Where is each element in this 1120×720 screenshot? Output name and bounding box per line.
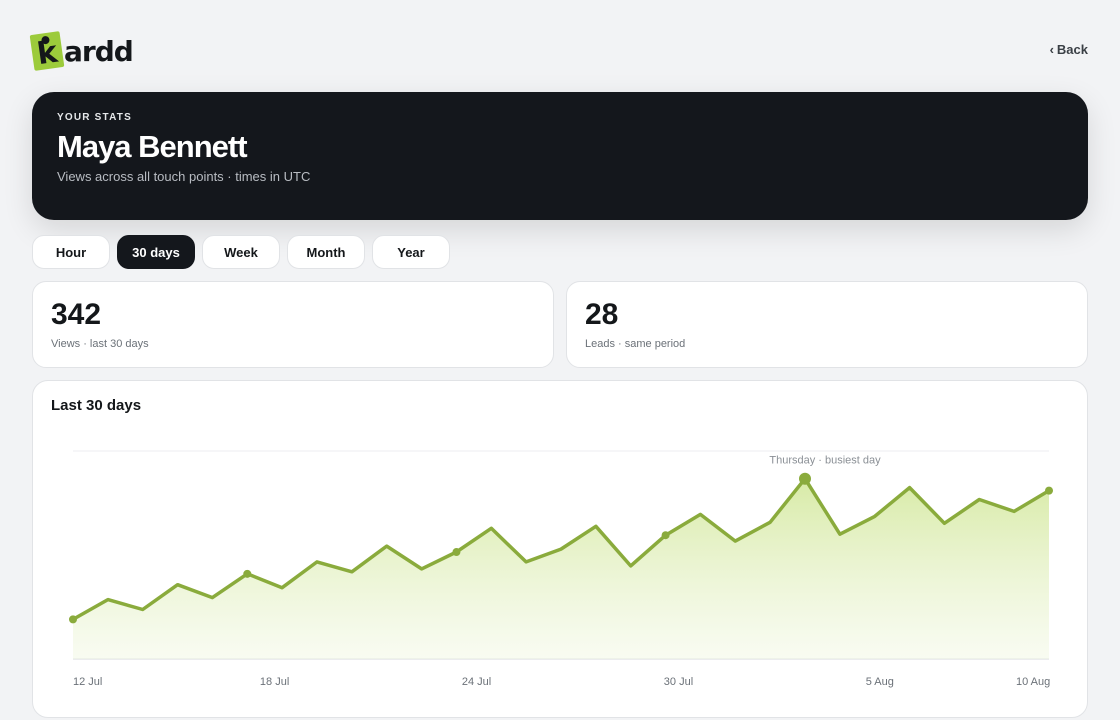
x-tick-label: 30 Jul: [664, 676, 693, 688]
x-tick-label: 10 Aug: [1016, 676, 1050, 688]
chart-title: Last 30 days: [51, 397, 142, 414]
back-link[interactable]: ‹ Back: [1050, 42, 1088, 57]
views-label: Views · last 30 days: [51, 338, 149, 350]
kardd-logo[interactable]: k ardd: [29, 30, 134, 72]
brand-text: ardd: [64, 34, 134, 68]
busiest-day-annotation: Thursday · busiest day: [769, 455, 881, 467]
back-label: Back: [1056, 42, 1088, 57]
tab-30-days[interactable]: 30 days: [117, 235, 195, 269]
views-stat-card: 342 Views · last 30 days: [32, 281, 554, 368]
busiest-day-marker[interactable]: [799, 472, 811, 485]
profile-name: Maya Bennett: [57, 129, 248, 164]
hero-eyebrow: YOUR STATS: [57, 112, 132, 123]
x-tick-label: 24 Jul: [462, 676, 491, 688]
data-point-marker[interactable]: [661, 531, 670, 540]
x-axis-ticks: 12 Jul 18 Jul 24 Jul 30 Jul 5 Aug 10 Aug: [73, 676, 1050, 688]
top-bar: k ardd ‹ Back: [29, 30, 1088, 72]
stats-hero-banner: YOUR STATS Maya Bennett Views across all…: [32, 92, 1088, 220]
x-tick-label: 12 Jul: [73, 676, 102, 688]
tab-hour[interactable]: Hour: [32, 235, 110, 269]
period-tabs: Hour 30 days Week Month Year: [32, 235, 450, 269]
views-chart-card: Thursday · busiest day 12 Jul 18 Jul 24 Ju…: [32, 380, 1088, 718]
hero-subtitle: Views across all touch points · times in…: [57, 169, 311, 184]
views-value: 342: [51, 298, 102, 331]
data-point-marker[interactable]: [452, 548, 461, 557]
leads-value: 28: [585, 298, 619, 331]
views-area-chart: Thursday · busiest day 12 Jul 18 Jul 24 Ju…: [69, 450, 1053, 688]
area-fill: [73, 478, 1049, 659]
logo-mark: k: [29, 31, 65, 72]
data-point-marker[interactable]: [69, 615, 77, 624]
tab-year[interactable]: Year: [372, 235, 450, 269]
x-tick-label: 18 Jul: [260, 676, 289, 688]
data-point-marker[interactable]: [243, 569, 252, 578]
leads-stat-card: 28 Leads · same period: [566, 281, 1088, 368]
leads-label: Leads · same period: [585, 338, 686, 350]
tab-week[interactable]: Week: [202, 235, 280, 269]
x-tick-label: 5 Aug: [866, 676, 894, 688]
chevron-left-icon: ‹: [1049, 42, 1054, 57]
data-point-marker[interactable]: [1045, 486, 1053, 495]
tab-month[interactable]: Month: [287, 235, 365, 269]
